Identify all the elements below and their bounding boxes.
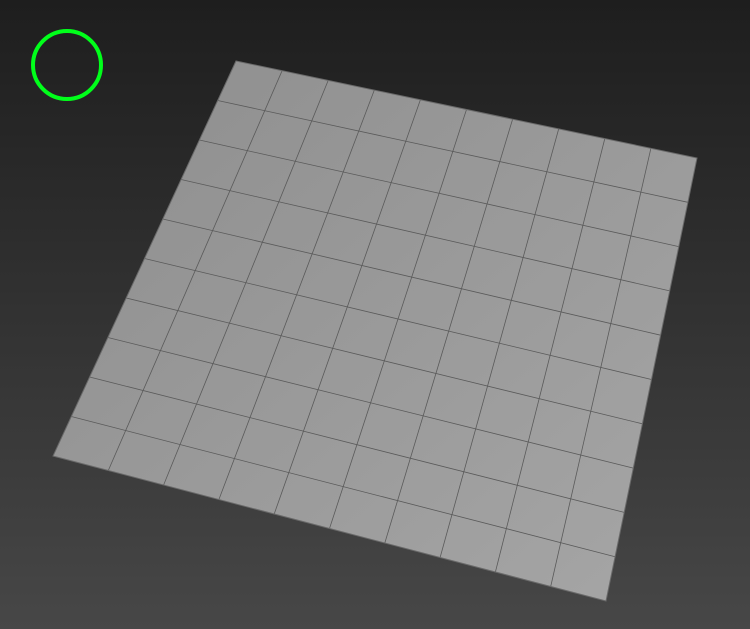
viewport-canvas[interactable] (0, 0, 750, 629)
circle-gizmo-icon[interactable] (31, 29, 103, 101)
3d-viewport[interactable] (0, 0, 750, 629)
plane-mesh[interactable] (52, 60, 698, 602)
plane-face[interactable] (53, 61, 697, 601)
